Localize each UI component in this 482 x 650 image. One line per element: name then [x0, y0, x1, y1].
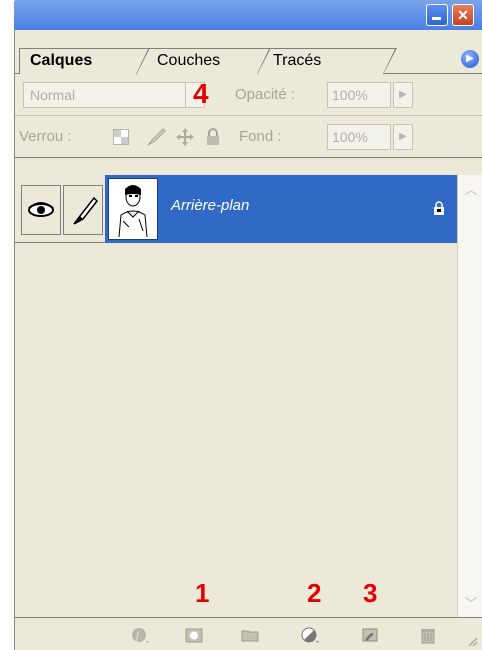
- annotation-3: 3: [363, 578, 378, 608]
- annotation-4: 4: [193, 78, 209, 109]
- scroll-down-arrow[interactable]: ﹀: [460, 593, 482, 613]
- minimize-button[interactable]: [426, 4, 448, 26]
- eye-icon: [28, 202, 54, 217]
- tab-label: Tracés: [273, 52, 322, 69]
- layer-selected-area[interactable]: Arrière-plan: [105, 175, 457, 243]
- tab-couches[interactable]: Couches: [137, 48, 271, 75]
- tab-traces[interactable]: Tracés: [257, 48, 397, 75]
- close-button[interactable]: ✕: [452, 4, 474, 26]
- annotation-1: 1: [195, 578, 210, 608]
- fill-field[interactable]: 100%: [327, 124, 391, 150]
- fill-label: Fond :: [239, 128, 282, 145]
- scroll-up-arrow[interactable]: ︿: [460, 179, 482, 199]
- layer-mask-icon[interactable]: [185, 626, 203, 644]
- window-title-bar: ✕: [14, 0, 482, 30]
- opacity-arrow[interactable]: ▶: [393, 82, 413, 108]
- portrait-thumbnail-icon: [111, 181, 155, 238]
- new-layer-icon[interactable]: [361, 626, 379, 644]
- layer-set-folder-icon[interactable]: [241, 626, 259, 644]
- tab-label: Couches: [157, 52, 221, 69]
- layer-style-icon[interactable]: f: [131, 626, 149, 644]
- palette-tabs: Calques Couches Tracés ▶: [15, 30, 482, 75]
- lock-all-icon[interactable]: [205, 128, 221, 146]
- paintbrush-icon: [73, 196, 98, 225]
- visibility-toggle[interactable]: [21, 185, 61, 235]
- link-brush-toggle[interactable]: [63, 185, 103, 235]
- lock-position-move-icon[interactable]: [175, 127, 195, 147]
- layer-name: Arrière-plan: [171, 197, 250, 214]
- lock-transparency-icon[interactable]: [113, 129, 129, 145]
- layers-scrollbar[interactable]: ︿ ﹀: [457, 175, 482, 617]
- layers-palette: Calques Couches Tracés ▶ Normal 4 Opacit…: [14, 30, 482, 650]
- lock-row: Verrou : Fond : 100% ▶: [15, 116, 482, 158]
- blend-row: Normal 4 Opacité : 100% ▶: [15, 74, 482, 116]
- opacity-label: Opacité :: [235, 86, 296, 103]
- palette-menu-button[interactable]: ▶: [461, 50, 479, 68]
- tab-label: Calques: [30, 52, 93, 69]
- fill-arrow[interactable]: ▶: [393, 124, 413, 150]
- blend-mode-select[interactable]: Normal: [23, 82, 193, 108]
- trash-icon[interactable]: [419, 626, 437, 644]
- tab-calques[interactable]: Calques: [19, 48, 150, 75]
- layer-thumbnail: [108, 178, 158, 240]
- annotation-2: 2: [307, 578, 322, 608]
- resize-grip-icon[interactable]: [467, 636, 479, 648]
- adjustment-layer-icon[interactable]: [301, 626, 319, 644]
- palette-bottom-toolbar: f: [15, 617, 482, 650]
- layer-lock-icon: [434, 201, 444, 215]
- lock-image-brush-icon[interactable]: [145, 127, 167, 147]
- lock-label: Verrou :: [19, 128, 72, 145]
- opacity-field[interactable]: 100%: [327, 82, 391, 108]
- layer-row[interactable]: Arrière-plan: [15, 175, 457, 243]
